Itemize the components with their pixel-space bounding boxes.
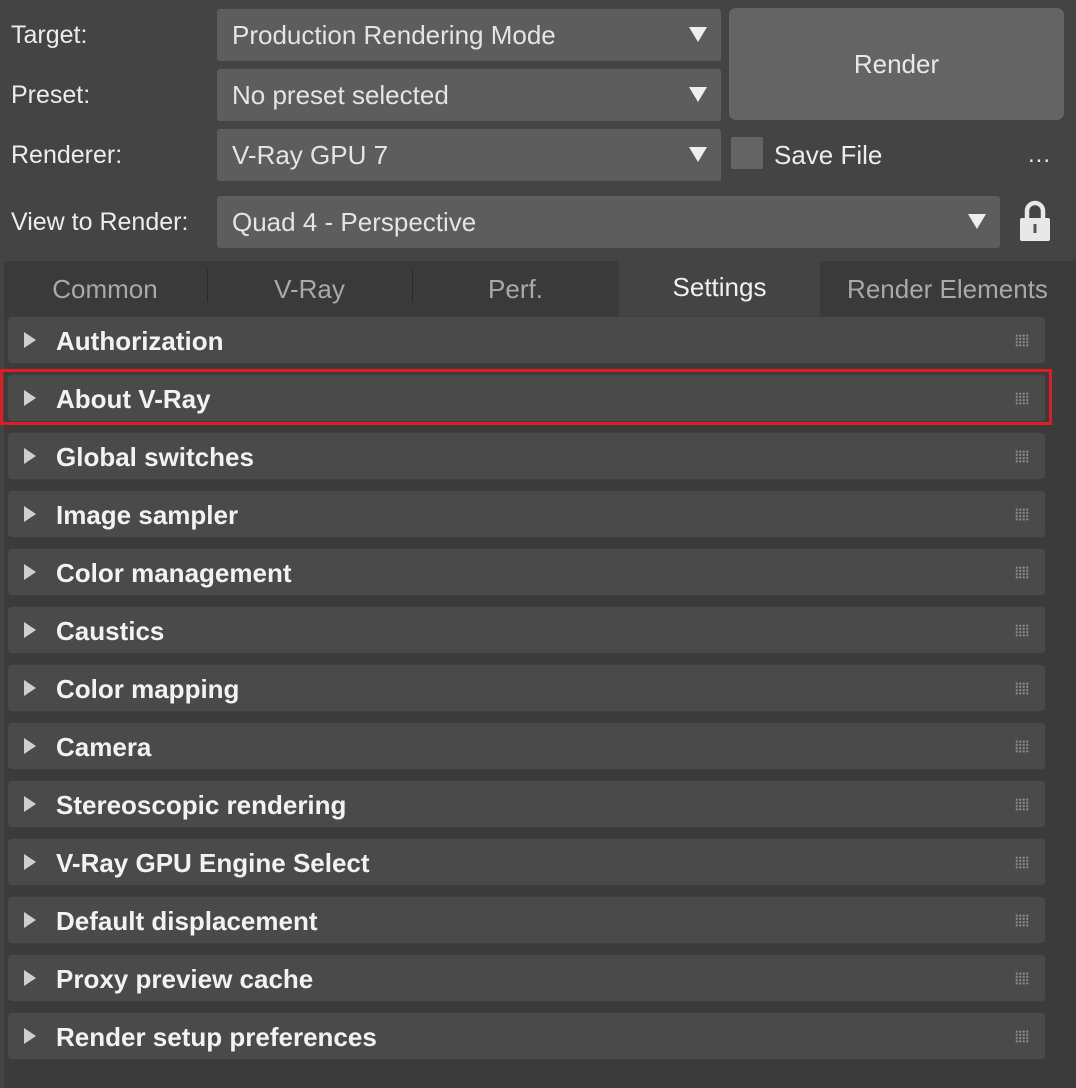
save-file-checkbox[interactable]	[731, 137, 763, 169]
drag-handle-icon[interactable]	[1015, 392, 1029, 405]
drag-handle-icon[interactable]	[1015, 1030, 1029, 1043]
save-file-label[interactable]: Save File	[774, 140, 882, 170]
tab-perf[interactable]: Perf.	[413, 261, 618, 316]
tab-bar: Common V-Ray Perf. Settings Render Eleme…	[4, 261, 1076, 316]
drag-handle-icon[interactable]	[1015, 914, 1029, 927]
rollout-title: Color management	[56, 558, 292, 588]
rollout-title: Caustics	[56, 616, 165, 646]
expand-arrow-icon	[24, 564, 36, 580]
rollout-proxy-preview-cache[interactable]: Proxy preview cache	[7, 954, 1046, 1002]
renderer-value: V-Ray GPU 7	[232, 140, 389, 170]
expand-arrow-icon	[24, 506, 36, 522]
rollout-title: Stereoscopic rendering	[56, 790, 347, 820]
expand-arrow-icon	[24, 390, 36, 406]
more-options-button[interactable]: ...	[1028, 143, 1051, 167]
lock-icon[interactable]	[1019, 200, 1051, 242]
preset-label: Preset:	[11, 81, 91, 109]
drag-handle-icon[interactable]	[1015, 856, 1029, 869]
rollout-global-switches[interactable]: Global switches	[7, 432, 1046, 480]
preset-value: No preset selected	[232, 80, 449, 110]
render-setup-header: Target: Production Rendering Mode Preset…	[0, 0, 1076, 262]
rollout-authorization[interactable]: Authorization	[7, 316, 1046, 364]
chevron-down-icon	[968, 214, 986, 229]
expand-arrow-icon	[24, 448, 36, 464]
drag-handle-icon[interactable]	[1015, 624, 1029, 637]
target-value: Production Rendering Mode	[232, 20, 556, 50]
drag-handle-icon[interactable]	[1015, 508, 1029, 521]
view-to-render-value: Quad 4 - Perspective	[232, 207, 477, 237]
renderer-label: Renderer:	[11, 141, 123, 169]
rollout-title: Image sampler	[56, 500, 239, 530]
rollout-title: Default displacement	[56, 906, 318, 936]
rollout-title: Render setup preferences	[56, 1022, 377, 1052]
rollout-title: V-Ray GPU Engine Select	[56, 848, 370, 878]
rollout-title: Color mapping	[56, 674, 240, 704]
tab-vray[interactable]: V-Ray	[208, 261, 411, 316]
render-button[interactable]: Render	[729, 8, 1064, 120]
rollout-about-vray[interactable]: About V-Ray	[7, 374, 1046, 422]
rollout-caustics[interactable]: Caustics	[7, 606, 1046, 654]
tab-common[interactable]: Common	[4, 261, 206, 316]
drag-handle-icon[interactable]	[1015, 740, 1029, 753]
rollout-stereoscopic-rendering[interactable]: Stereoscopic rendering	[7, 780, 1046, 828]
drag-handle-icon[interactable]	[1015, 798, 1029, 811]
rollout-image-sampler[interactable]: Image sampler	[7, 490, 1046, 538]
rollout-title: Camera	[56, 732, 152, 762]
drag-handle-icon[interactable]	[1015, 334, 1029, 347]
rollout-default-displacement[interactable]: Default displacement	[7, 896, 1046, 944]
chevron-down-icon	[689, 27, 707, 42]
rollout-title: Proxy preview cache	[56, 964, 314, 994]
tab-render-elements[interactable]: Render Elements	[821, 261, 1074, 316]
drag-handle-icon[interactable]	[1015, 682, 1029, 695]
rollout-title: Global switches	[56, 442, 254, 472]
expand-arrow-icon	[24, 332, 36, 348]
expand-arrow-icon	[24, 912, 36, 928]
target-dropdown[interactable]: Production Rendering Mode	[217, 9, 721, 61]
rollout-title: About V-Ray	[56, 384, 211, 414]
tab-settings[interactable]: Settings	[619, 261, 820, 316]
rollout-title: Authorization	[56, 326, 224, 356]
chevron-down-icon	[689, 147, 707, 162]
target-label: Target:	[11, 21, 88, 49]
preset-dropdown[interactable]: No preset selected	[217, 69, 721, 121]
drag-handle-icon[interactable]	[1015, 450, 1029, 463]
expand-arrow-icon	[24, 796, 36, 812]
view-to-render-dropdown[interactable]: Quad 4 - Perspective	[217, 196, 1000, 248]
expand-arrow-icon	[24, 622, 36, 638]
rollout-render-setup-preferences[interactable]: Render setup preferences	[7, 1012, 1046, 1060]
rollout-camera[interactable]: Camera	[7, 722, 1046, 770]
rollout-vray-gpu-engine-select[interactable]: V-Ray GPU Engine Select	[7, 838, 1046, 886]
view-to-render-label: View to Render:	[11, 208, 189, 236]
rollout-color-mapping[interactable]: Color mapping	[7, 664, 1046, 712]
expand-arrow-icon	[24, 1028, 36, 1044]
drag-handle-icon[interactable]	[1015, 566, 1029, 579]
expand-arrow-icon	[24, 738, 36, 754]
expand-arrow-icon	[24, 854, 36, 870]
scrollbar[interactable]	[1050, 316, 1070, 1088]
expand-arrow-icon	[24, 680, 36, 696]
expand-arrow-icon	[24, 970, 36, 986]
drag-handle-icon[interactable]	[1015, 972, 1029, 985]
renderer-dropdown[interactable]: V-Ray GPU 7	[217, 129, 721, 181]
chevron-down-icon	[689, 87, 707, 102]
rollout-color-management[interactable]: Color management	[7, 548, 1046, 596]
